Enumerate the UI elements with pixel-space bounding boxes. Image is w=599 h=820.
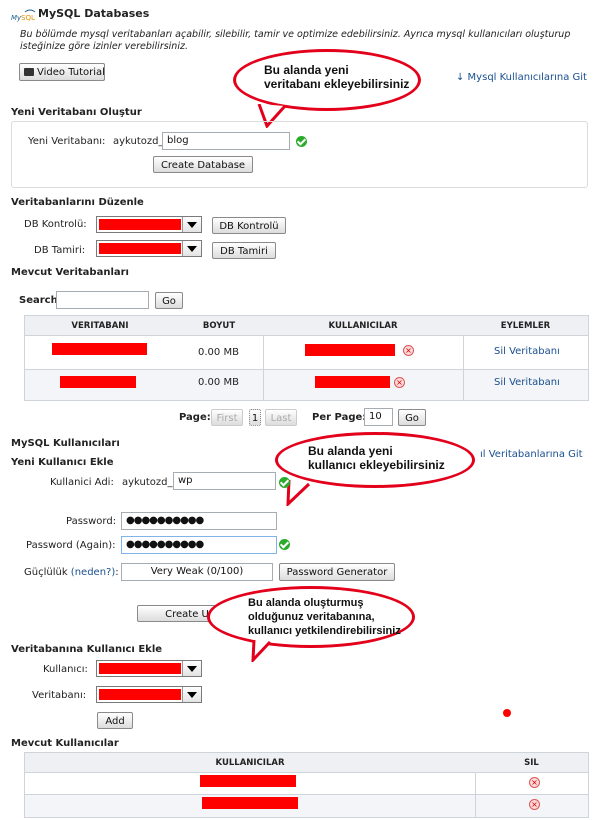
column-header: BOYUT	[202, 321, 236, 331]
assign-user-label: Kullanıcı:	[43, 664, 88, 675]
chevron-down-icon	[182, 687, 201, 702]
current-page-button[interactable]: 1	[249, 409, 261, 426]
chevron-down-icon	[182, 661, 201, 676]
assign-user-select[interactable]	[96, 660, 202, 677]
db-check-button[interactable]: DB Kontrolü	[212, 217, 286, 234]
valid-check-icon	[279, 477, 290, 488]
callout-assign-user: Bu alanda oluşturmuş olduğunuz veritaban…	[207, 586, 415, 648]
username-label: Kullanici Adi:	[50, 477, 114, 488]
callout-new-database: Bu alanda yeni veritabanı ekleyebilirsin…	[233, 49, 421, 111]
video-tutorial-button[interactable]: Video Tutorial	[19, 63, 105, 81]
callout-line: veritabanı ekleyebilirsiniz	[264, 77, 410, 91]
chevron-down-icon	[182, 241, 201, 256]
current-dbs-heading: Mevcut Veritabanları	[11, 267, 129, 278]
databases-link[interactable]: ıl Veritabanlarına Git	[480, 449, 583, 460]
remove-user-icon[interactable]: ×	[403, 345, 414, 356]
table-row-user-redacted	[305, 344, 395, 356]
db-check-select[interactable]	[96, 216, 202, 233]
remove-user-icon[interactable]: ×	[394, 377, 405, 388]
table-row-db-name-redacted	[52, 343, 147, 355]
column-header: VERITABANI	[71, 321, 129, 331]
valid-check-icon	[296, 136, 307, 147]
table-row-user-redacted	[315, 376, 390, 388]
first-page-button[interactable]: First	[211, 409, 243, 426]
search-input[interactable]	[56, 291, 149, 309]
callout-tail	[251, 640, 272, 662]
per-page-label: Per Page:	[312, 412, 367, 423]
db-repair-button[interactable]: DB Tamiri	[212, 242, 276, 259]
video-tutorial-label: Video Tutorial	[37, 67, 105, 78]
db-check-label: DB Kontrolü:	[24, 219, 87, 230]
svg-text:SQL: SQL	[21, 14, 35, 22]
new-db-prefix: aykutozd_	[113, 136, 164, 147]
per-page-input[interactable]: 10	[364, 408, 393, 426]
callout-line: Bu alanda yeni	[308, 444, 393, 458]
assign-db-select[interactable]	[96, 686, 202, 703]
delete-user-icon[interactable]: ×	[529, 777, 540, 788]
table-row-size: 0.00 MB	[198, 347, 239, 358]
red-dot-mark	[503, 709, 511, 717]
db-repair-label: DB Tamiri:	[34, 245, 86, 256]
delete-database-link[interactable]: Sil Veritabanı	[494, 377, 560, 388]
assign-db-label: Veritabanı:	[32, 690, 87, 701]
chevron-down-icon	[182, 217, 201, 232]
table-row-size: 0.00 MB	[198, 377, 239, 388]
db-repair-select[interactable]	[96, 240, 202, 257]
username-input[interactable]: wp	[173, 472, 276, 490]
callout-line: Bu alanda oluşturmuş	[248, 597, 364, 609]
last-page-button[interactable]: Last	[265, 409, 297, 426]
add-user-to-db-button[interactable]: Add	[97, 712, 133, 729]
password-again-label: Password (Again):	[26, 540, 116, 551]
video-icon	[24, 68, 34, 76]
per-page-go-button[interactable]: Go	[398, 409, 426, 426]
callout-line: olduğunuz veritabanına,	[248, 611, 375, 623]
table-row-user-redacted	[200, 775, 296, 787]
mysql-logo-icon: My SQL	[11, 8, 37, 22]
assign-heading: Veritabanına Kullanıcı Ekle	[11, 644, 163, 655]
password-generator-button[interactable]: Password Generator	[279, 563, 395, 581]
mysql-users-link[interactable]: ↓ Mysql Kullanıcılarına Git	[456, 72, 587, 83]
users-table: KULLANICILAR SIL	[24, 752, 589, 818]
current-users-heading: Mevcut Kullanıcılar	[11, 738, 119, 749]
password-label: Password:	[66, 516, 117, 527]
new-db-panel	[11, 121, 588, 188]
page-title: MySQL Databases	[38, 7, 150, 20]
callout-line: Bu alanda yeni	[264, 63, 349, 77]
column-header: SIL	[524, 758, 539, 768]
callout-line: kullanıcı ekleyebilirsiniz	[308, 458, 445, 472]
strength-why-link[interactable]: (neden?)	[71, 567, 115, 578]
search-label: Search	[19, 295, 58, 306]
databases-table: VERITABANI BOYUT KULLANICILAR EYLEMLER	[24, 315, 589, 401]
new-db-input[interactable]: blog	[162, 132, 290, 150]
valid-check-icon	[279, 539, 290, 550]
create-database-button[interactable]: Create Database	[153, 156, 253, 173]
password-input[interactable]: ●●●●●●●●●●	[121, 512, 277, 530]
table-row-db-name-redacted	[60, 376, 136, 388]
search-go-button[interactable]: Go	[155, 292, 183, 309]
modify-heading: Veritabanlarını Düzenle	[11, 197, 144, 208]
new-db-label: Yeni Veritabanı:	[28, 136, 106, 147]
column-header: KULLANICILAR	[215, 758, 285, 768]
page-label: Page:	[179, 412, 211, 423]
delete-database-link[interactable]: Sil Veritabanı	[494, 346, 560, 357]
strength-row: Güçlülük (neden?):	[24, 567, 119, 578]
password-again-input[interactable]: ●●●●●●●●●●	[121, 536, 277, 554]
delete-user-icon[interactable]: ×	[529, 799, 540, 810]
callout-line: kullanıcı yetkilendirebilirsiniz	[248, 625, 401, 637]
column-header: EYLEMLER	[500, 321, 551, 331]
new-user-heading: Yeni Kullanıcı Ekle	[11, 457, 114, 468]
strength-label: Güçlülük	[24, 567, 68, 578]
table-row-user-redacted	[202, 797, 298, 809]
new-db-heading: Yeni Veritabanı Oluştur	[11, 107, 142, 118]
strength-meter: Very Weak (0/100)	[121, 563, 273, 581]
username-prefix: aykutozd_	[122, 477, 173, 488]
column-header: KULLANICILAR	[328, 321, 398, 331]
mysql-users-heading: MySQL Kullanıcıları	[11, 438, 120, 449]
strength-colon: :	[115, 567, 119, 578]
